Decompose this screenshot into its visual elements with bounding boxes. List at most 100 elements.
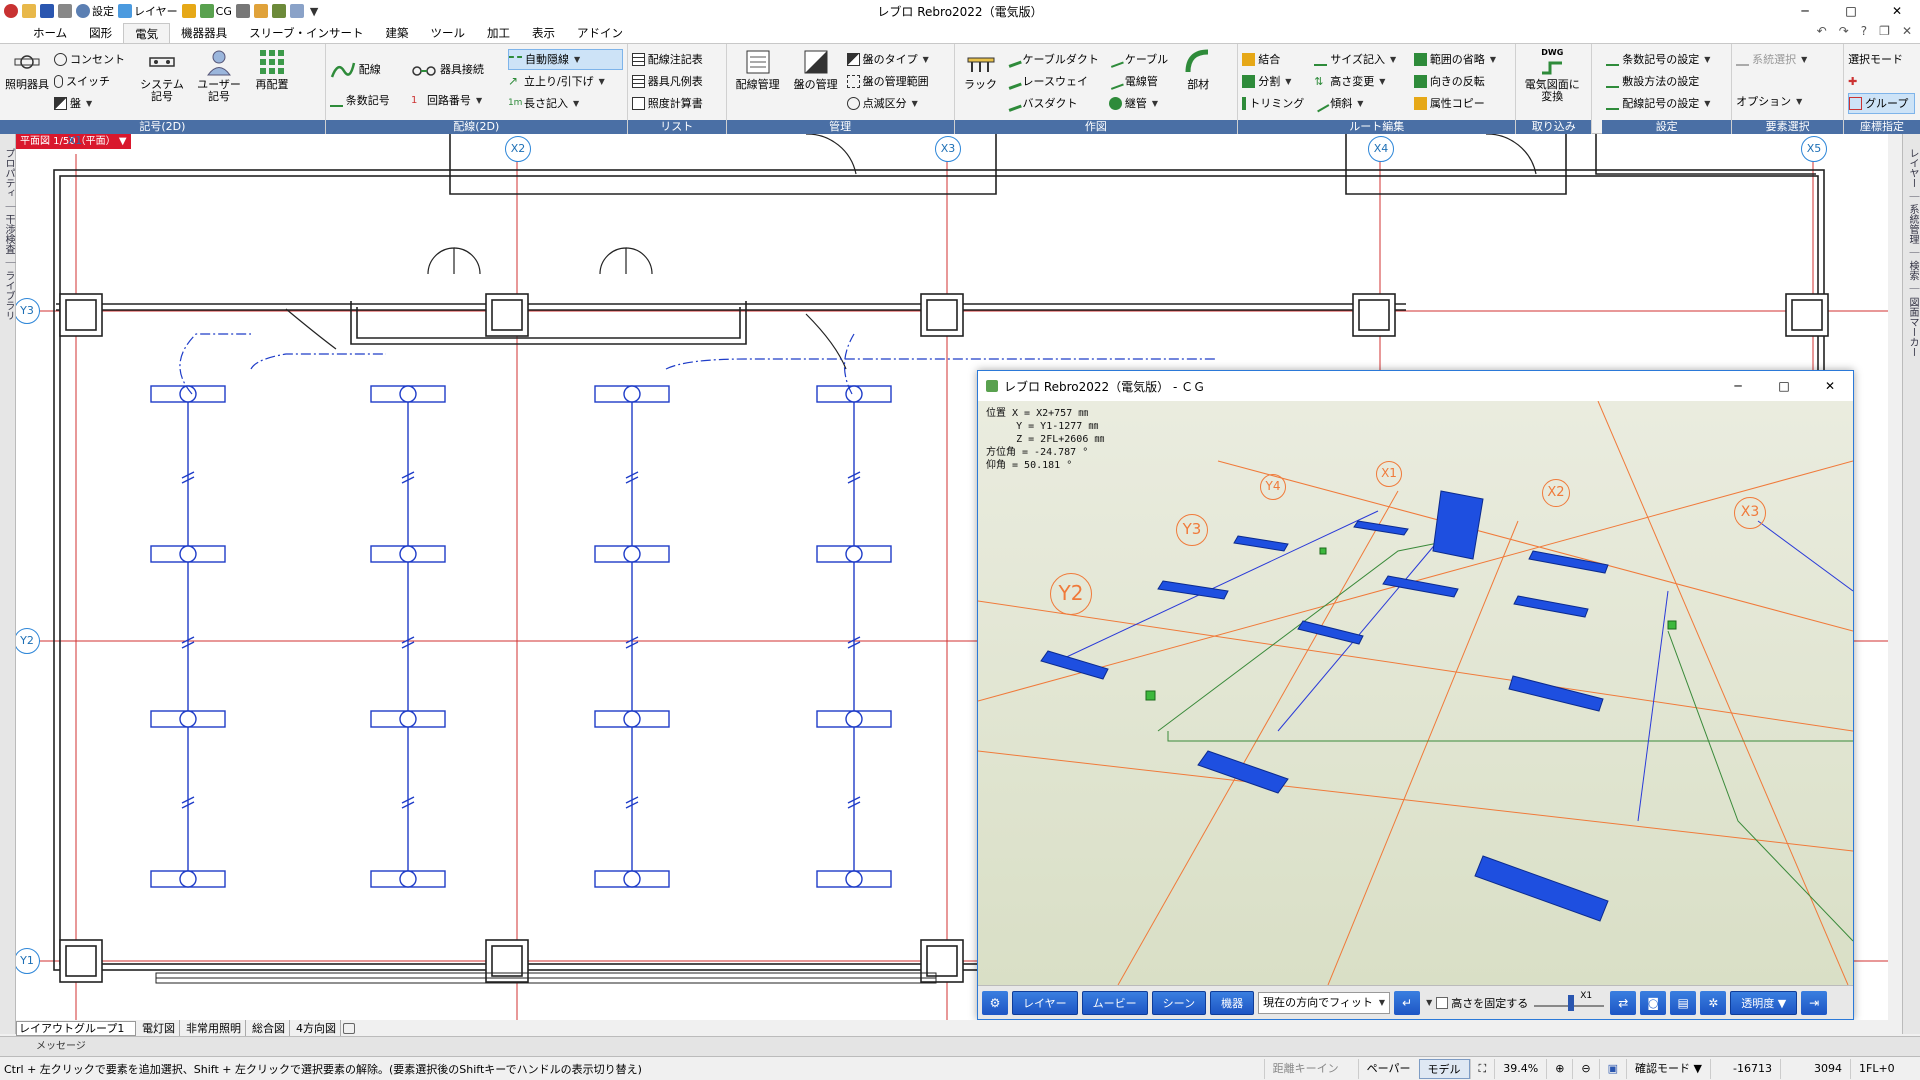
cg-scene-button[interactable]: シーン — [1151, 990, 1207, 1015]
cg-speed-slider-thumb[interactable] — [1568, 994, 1575, 1011]
cg-options-dropdown-icon[interactable]: ▼ — [1426, 998, 1432, 1007]
cg-export-button[interactable]: ⇥ — [1801, 990, 1828, 1015]
light-fixture-lamp[interactable] — [845, 710, 863, 728]
panel-type-button[interactable]: 盤のタイプ ▼ — [846, 49, 935, 70]
zoom-out-icon[interactable]: ⊖ — [1572, 1058, 1598, 1079]
view-icon[interactable] — [253, 4, 268, 18]
add-sheet-icon[interactable] — [343, 1022, 355, 1034]
settings-button[interactable]: 設定 — [76, 3, 114, 19]
outlet-button[interactable]: コンセント — [54, 49, 131, 70]
cg-transparency-button[interactable]: 透明度 ▼ — [1730, 990, 1798, 1015]
trimming-button[interactable]: トリミング — [1242, 93, 1310, 114]
undo-icon[interactable]: ↶ — [1817, 24, 1827, 38]
conduit-button[interactable]: 電線管 — [1107, 71, 1174, 92]
light-fixture-lamp[interactable] — [179, 545, 197, 563]
light-fixture-lamp[interactable] — [179, 710, 197, 728]
range-omit-button[interactable]: 範囲の省略 ▼ — [1413, 49, 1511, 70]
redo-icon[interactable]: ↷ — [1839, 24, 1849, 38]
size-note-dropdown-icon[interactable]: ▼ — [1390, 49, 1396, 70]
selection-mode-button[interactable]: 選択モード — [1848, 49, 1915, 70]
switch-button[interactable]: スイッチ — [54, 71, 131, 92]
light-fixture-lamp[interactable] — [845, 870, 863, 888]
close-button[interactable]: ✕ — [1874, 0, 1920, 22]
auto-hidden-line-button[interactable]: 自動隠線 ▼ — [507, 49, 623, 70]
strand-symbol-settings-button[interactable]: 条数記号の設定 ▼ — [1606, 49, 1716, 70]
zoom-fit-icon[interactable]: ⛶ — [1469, 1058, 1495, 1079]
slope-dropdown-icon[interactable]: ▼ — [1357, 93, 1363, 114]
light-fixture-lamp[interactable] — [623, 385, 641, 403]
range-omit-dropdown-icon[interactable]: ▼ — [1490, 49, 1496, 70]
cg-movie-button[interactable]: ムービー — [1081, 990, 1148, 1015]
tab-electric[interactable]: 電気 — [123, 23, 171, 43]
tab-equipment[interactable]: 機器器具 — [170, 23, 238, 43]
raceway-button[interactable]: レースウェイ — [1004, 71, 1105, 92]
laying-method-settings-button[interactable]: 敷設方法の設定 — [1606, 71, 1716, 92]
layer-button[interactable]: レイヤー — [118, 3, 178, 19]
paper-space-button[interactable]: ペーパー — [1357, 1058, 1419, 1079]
grid-icon[interactable] — [289, 4, 304, 18]
tab-view[interactable]: 表示 — [521, 23, 566, 43]
light-fixture-lamp[interactable] — [845, 385, 863, 403]
light-fixture-lamp[interactable] — [399, 710, 417, 728]
wiring-symbol-settings-button[interactable]: 配線記号の設定 ▼ — [1606, 93, 1716, 114]
panel-type-dropdown-icon[interactable]: ▼ — [923, 49, 929, 70]
panel-range-button[interactable]: 盤の管理範囲 — [846, 71, 935, 92]
attribute-copy-button[interactable]: 属性コピー — [1413, 93, 1511, 114]
cg-settings-button[interactable]: ⚙ — [982, 990, 1008, 1015]
light-fixture-lamp[interactable] — [623, 710, 641, 728]
wiring-note-table-button[interactable]: 配線注記表 — [631, 49, 709, 70]
cg-navigation-button[interactable]: ✲ — [1700, 990, 1727, 1015]
fixture-legend-button[interactable]: 器具凡例表 — [631, 71, 709, 92]
tab-sleeve-insert[interactable]: スリーブ・インサート — [238, 23, 374, 43]
cg-fit-select[interactable]: 現在の方向でフィット ▼ — [1258, 991, 1391, 1014]
tab-tools[interactable]: ツール — [419, 23, 476, 43]
save-icon[interactable] — [40, 4, 54, 18]
cg-speed-slider[interactable]: X1 — [1532, 991, 1606, 1013]
join-button[interactable]: 結合 — [1242, 49, 1310, 70]
fitting-dropdown-icon[interactable]: ▼ — [1152, 93, 1158, 114]
layout-group-select[interactable]: レイアウトグループ1 — [16, 1020, 136, 1036]
circuit-number-dropdown-icon[interactable]: ▼ — [476, 90, 482, 111]
light-fixture-lamp[interactable] — [623, 545, 641, 563]
cg-3d-viewport[interactable]: 位置 X = X2+757 ㎜ Y = Y1-1277 ㎜ Z = 2FL+26… — [978, 401, 1853, 985]
light-fixture-lamp[interactable] — [845, 545, 863, 563]
tab-shape[interactable]: 図形 — [78, 23, 123, 43]
selection-mode-icons[interactable]: ✚ — [1848, 71, 1915, 92]
print-icon[interactable] — [58, 4, 72, 18]
switching-zone-button[interactable]: 点滅区分 ▼ — [846, 93, 935, 114]
height-change-button[interactable]: ⇅ 高さ変更 ▼ — [1314, 71, 1410, 92]
doc-close-icon[interactable]: ✕ — [1902, 24, 1912, 38]
system-select-button[interactable]: 系統選択 ▼ — [1736, 49, 1813, 70]
wiring-symbol-dropdown-icon[interactable]: ▼ — [1704, 93, 1710, 114]
left-side-panel-tabs[interactable]: プロパティ ｜ 干渉検査 ｜ ライブラリ — [0, 134, 16, 1034]
group-button[interactable]: グループ — [1848, 93, 1916, 114]
light-fixture-lamp[interactable] — [399, 385, 417, 403]
light-fixture-lamp[interactable] — [399, 545, 417, 563]
size-note-button[interactable]: サイズ記入 ▼ — [1314, 49, 1410, 70]
light-fixture-lamp[interactable] — [179, 870, 197, 888]
riser-dropdown-icon[interactable]: ▼ — [599, 71, 605, 92]
cg-layer-button[interactable]: レイヤー — [1012, 990, 1078, 1015]
vertical-scrollbar[interactable] — [1888, 134, 1902, 1020]
length-note-button[interactable]: 1m 長さ記入 ▼ — [508, 93, 623, 114]
strand-symbol-button[interactable]: 条数記号 — [329, 90, 407, 111]
quick-access-dropdown-icon[interactable]: ▼ — [310, 5, 318, 18]
cable-button[interactable]: ケーブル — [1107, 49, 1174, 70]
model-space-button[interactable]: モデル — [1418, 1058, 1470, 1079]
length-note-dropdown-icon[interactable]: ▼ — [573, 93, 579, 114]
riser-button[interactable]: ↗ 立上り/引下げ ▼ — [508, 71, 623, 92]
cg-close-button[interactable]: ✕ — [1807, 371, 1853, 401]
open-icon[interactable] — [22, 4, 36, 18]
switching-zone-dropdown-icon[interactable]: ▼ — [912, 93, 918, 114]
option-dropdown-icon[interactable]: ▼ — [1796, 91, 1802, 112]
message-bar[interactable]: メッセージ — [0, 1036, 1920, 1056]
cg-swap-button[interactable]: ⇄ — [1610, 990, 1637, 1015]
tab-addin[interactable]: アドイン — [566, 23, 634, 43]
help-icon[interactable]: ? — [1861, 24, 1867, 38]
bus-duct-button[interactable]: バスダクト — [1004, 93, 1105, 114]
cg-button[interactable]: CG — [199, 4, 232, 18]
restore-icon[interactable]: ❐ — [1879, 24, 1890, 38]
light-fixture-lamp[interactable] — [623, 870, 641, 888]
device-connect-button[interactable]: 器具接続 — [411, 49, 504, 89]
cg-fix-height-checkbox[interactable]: 高さを固定する — [1436, 995, 1528, 1011]
